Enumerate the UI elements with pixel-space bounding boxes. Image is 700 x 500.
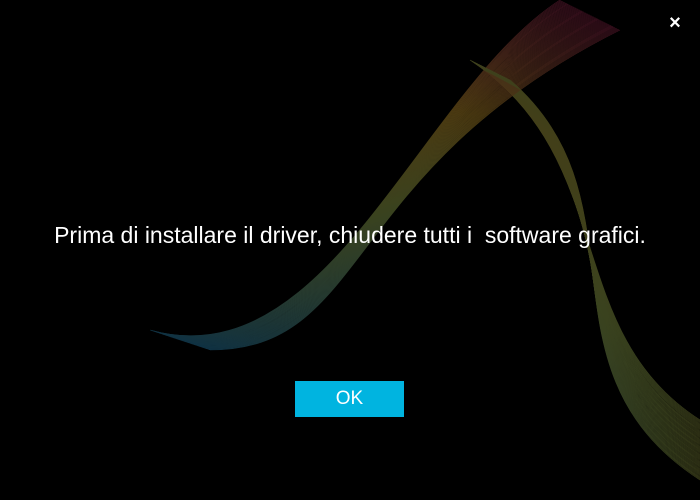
wave-line [169, 9, 580, 340]
wave-line [157, 3, 568, 338]
wave-line [208, 29, 620, 350]
wave-line [209, 29, 621, 351]
ok-button[interactable]: OK [295, 381, 404, 417]
wave-line [156, 2, 567, 338]
wave-line [486, 68, 700, 446]
close-icon: × [669, 12, 681, 34]
wave-line [498, 74, 700, 464]
wave-line [488, 69, 700, 449]
wave-line [149, 0, 561, 337]
wave-line [488, 68, 700, 448]
wave-line [164, 6, 575, 339]
wave-line [492, 70, 700, 454]
wave-line [489, 69, 700, 450]
wave-line [188, 19, 599, 345]
wave-line [495, 72, 700, 459]
dialog-message: Prima di installare il driver, chiudere … [54, 222, 646, 248]
wave-line [150, 0, 562, 337]
wave-line [207, 28, 619, 350]
driver-install-dialog: × Prima di installare il driver, chiuder… [0, 0, 700, 500]
wave-line [490, 69, 700, 451]
wave-line [486, 67, 700, 445]
wave-line [509, 79, 700, 480]
close-button[interactable]: × [664, 12, 686, 34]
wave-line [502, 76, 700, 470]
wave-line [176, 12, 587, 342]
wave-line [505, 77, 700, 475]
wave-line [179, 14, 590, 342]
wave-line [490, 70, 700, 452]
wave-line [183, 16, 594, 343]
wave-line [487, 68, 700, 447]
wave-line [172, 10, 583, 341]
